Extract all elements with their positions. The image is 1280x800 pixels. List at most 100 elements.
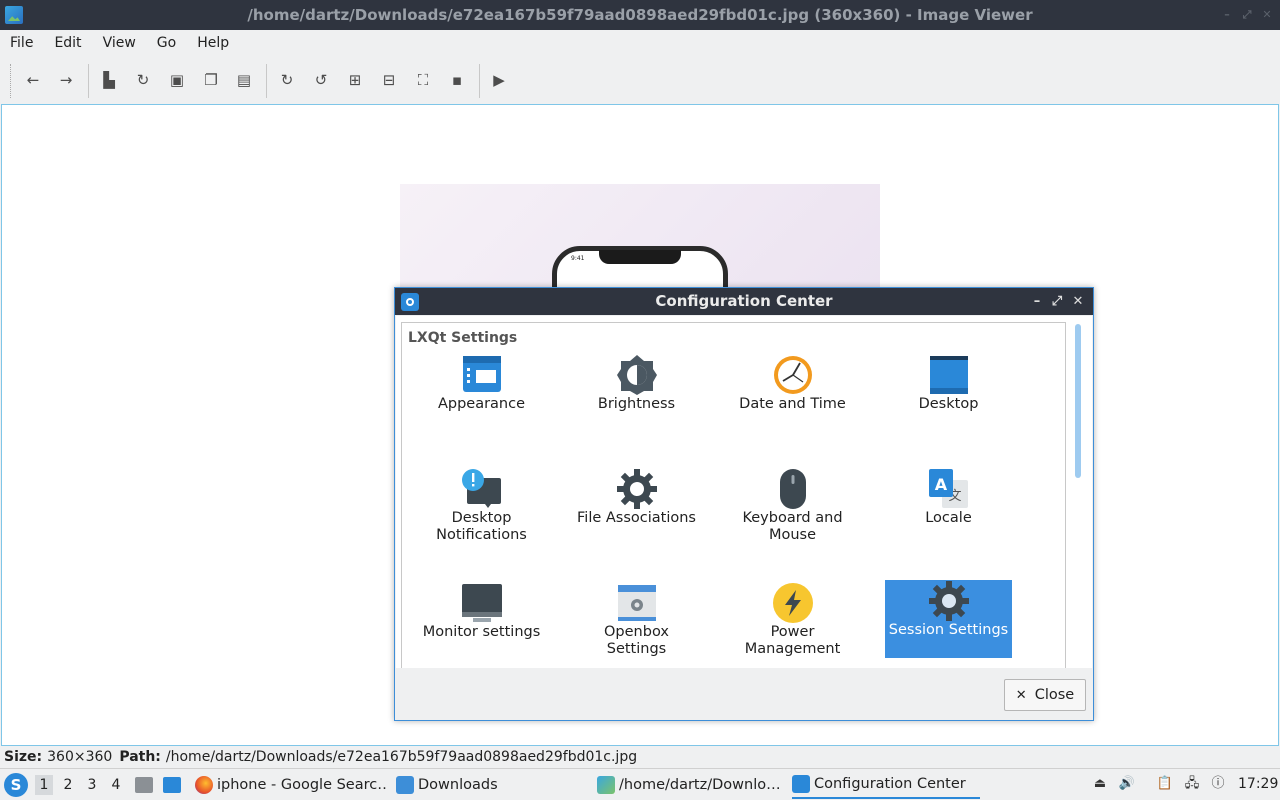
task-label: Downloads	[418, 777, 498, 793]
rotate-counterclockwise-icon[interactable]: ↺	[311, 70, 331, 90]
paste-icon[interactable]: ▤	[234, 70, 254, 90]
task-downloads[interactable]: Downloads	[396, 771, 586, 799]
clipboard-icon[interactable]: 📋	[1156, 775, 1174, 793]
slideshow-icon[interactable]: ▶	[489, 70, 509, 90]
settings-item-date-and-time[interactable]: Date and Time	[729, 354, 856, 432]
file-manager-launcher-icon[interactable]	[135, 777, 153, 793]
appearance-icon	[463, 356, 501, 392]
task-label: Configuration Center	[814, 776, 966, 792]
open-icon[interactable]: ▙	[99, 70, 119, 90]
zoom-in-icon[interactable]: ⊞	[345, 70, 365, 90]
copy-icon[interactable]: ❐	[201, 70, 221, 90]
session-icon	[929, 581, 969, 621]
task-label: /home/dartz/Downlo…	[619, 777, 781, 793]
close-button[interactable]: ✕ Close	[1004, 679, 1086, 711]
phone-time: 9:41	[571, 255, 585, 262]
size-value: 360×360	[47, 749, 113, 765]
reload-icon[interactable]: ↻	[133, 70, 153, 90]
save-icon[interactable]: ▣	[167, 70, 187, 90]
toolbar-separator	[479, 64, 480, 98]
configuration-icon	[792, 775, 810, 793]
desktop-switch-3[interactable]: 3	[83, 775, 101, 795]
settings-item-brightness[interactable]: Brightness	[573, 354, 700, 432]
taskbar: S 1 2 3 4 iphone - Google Searc… Downloa…	[0, 768, 1280, 800]
dialog-close-icon[interactable]: ✕	[1070, 288, 1086, 315]
menu-go[interactable]: Go	[157, 35, 176, 51]
task-label: iphone - Google Searc…	[217, 777, 387, 793]
volume-icon[interactable]: 🔊	[1118, 775, 1136, 793]
desktop-icon	[930, 356, 968, 394]
clock[interactable]: 17:29	[1238, 776, 1278, 792]
power-icon	[773, 583, 813, 623]
folder-icon	[396, 776, 414, 794]
notification-tray-icon[interactable]: ⓘ	[1209, 775, 1227, 793]
settings-item-desktop-notifications[interactable]: Desktop Notifications	[418, 468, 545, 546]
scrollbar-thumb[interactable]	[1075, 324, 1081, 478]
network-icon[interactable]: 🖧	[1183, 775, 1201, 793]
settings-item-locale[interactable]: 文 A Locale	[885, 468, 1012, 546]
svg-text:A: A	[935, 475, 948, 494]
settings-item-file-associations[interactable]: File Associations	[573, 468, 700, 546]
settings-item-desktop[interactable]: Desktop	[885, 354, 1012, 432]
window-title: /home/dartz/Downloads/e72ea167b59f79aad0…	[247, 6, 1033, 24]
original-size-icon[interactable]: ▪	[447, 70, 467, 90]
item-label: Power Management	[744, 624, 841, 657]
image-viewer-icon	[5, 6, 23, 24]
settings-item-appearance[interactable]: Appearance	[418, 354, 545, 432]
settings-item-session-settings[interactable]: Session Settings	[885, 580, 1012, 658]
desktop-switch-2[interactable]: 2	[59, 775, 77, 795]
close-icon: ✕	[1015, 687, 1027, 703]
gear-icon	[617, 469, 657, 509]
menu-edit[interactable]: Edit	[54, 35, 81, 51]
dialog-minimize-button[interactable]: –	[1029, 288, 1045, 315]
dialog-titlebar: Configuration Center – ⤢ ✕	[395, 288, 1093, 315]
settings-item-monitor-settings[interactable]: Monitor settings	[418, 582, 545, 660]
dialog-maximize-button[interactable]: ⤢	[1049, 288, 1065, 315]
settings-item-openbox-settings[interactable]: Openbox Settings	[573, 582, 700, 660]
minimize-button[interactable]: –	[1220, 8, 1234, 22]
task-image-viewer[interactable]: /home/dartz/Downlo…	[597, 771, 783, 799]
toolbar-separator	[88, 64, 89, 98]
start-menu-icon[interactable]: S	[4, 773, 28, 797]
configuration-center-dialog: Configuration Center – ⤢ ✕ LXQt Settings…	[394, 287, 1094, 721]
menu-file[interactable]: File	[10, 35, 33, 51]
fit-icon[interactable]: ⛶	[413, 70, 433, 90]
back-icon[interactable]: ←	[23, 70, 43, 90]
firefox-icon	[195, 776, 213, 794]
menu-bar: File Edit View Go Help	[0, 30, 1280, 56]
item-label: Locale	[925, 510, 972, 526]
item-label: Appearance	[437, 396, 526, 412]
item-label: Session Settings	[888, 622, 1009, 638]
item-label: Brightness	[597, 396, 676, 412]
task-firefox[interactable]: iphone - Google Searc…	[195, 771, 387, 799]
menu-help[interactable]: Help	[197, 35, 229, 51]
zoom-out-icon[interactable]: ⊟	[379, 70, 399, 90]
dialog-footer: ✕ Close	[395, 668, 1093, 720]
phone-notch	[599, 250, 681, 264]
eject-icon[interactable]: ⏏	[1091, 775, 1109, 793]
toolbar-separator	[266, 64, 267, 98]
show-desktop-icon[interactable]	[163, 777, 181, 793]
toolbar-handle[interactable]	[10, 64, 13, 98]
settings-item-keyboard-and-mouse[interactable]: Keyboard and Mouse	[729, 468, 856, 546]
forward-icon[interactable]: →	[56, 70, 76, 90]
close-window-button[interactable]: ✕	[1260, 8, 1274, 22]
phone-picture: 9:41	[552, 246, 728, 288]
item-label: File Associations	[577, 510, 696, 526]
settings-item-power-management[interactable]: Power Management	[729, 582, 856, 660]
maximize-button[interactable]: ⤢	[1240, 8, 1254, 22]
item-label: Desktop	[918, 396, 979, 412]
size-label: Size:	[4, 749, 43, 765]
settings-scrollbar[interactable]	[1072, 322, 1084, 662]
brightness-icon	[617, 355, 657, 395]
desktop-switch-4[interactable]: 4	[107, 775, 125, 795]
rotate-clockwise-icon[interactable]: ↻	[277, 70, 297, 90]
window-titlebar: /home/dartz/Downloads/e72ea167b59f79aad0…	[0, 0, 1280, 30]
clock-icon	[774, 356, 812, 394]
item-label: Keyboard and Mouse	[742, 510, 843, 543]
path-value: /home/dartz/Downloads/e72ea167b59f79aad0…	[165, 749, 638, 765]
task-configuration-center[interactable]: Configuration Center	[792, 771, 980, 799]
menu-view[interactable]: View	[103, 35, 136, 51]
desktop-switch-1[interactable]: 1	[35, 775, 53, 795]
locale-icon: 文 A	[929, 469, 968, 508]
